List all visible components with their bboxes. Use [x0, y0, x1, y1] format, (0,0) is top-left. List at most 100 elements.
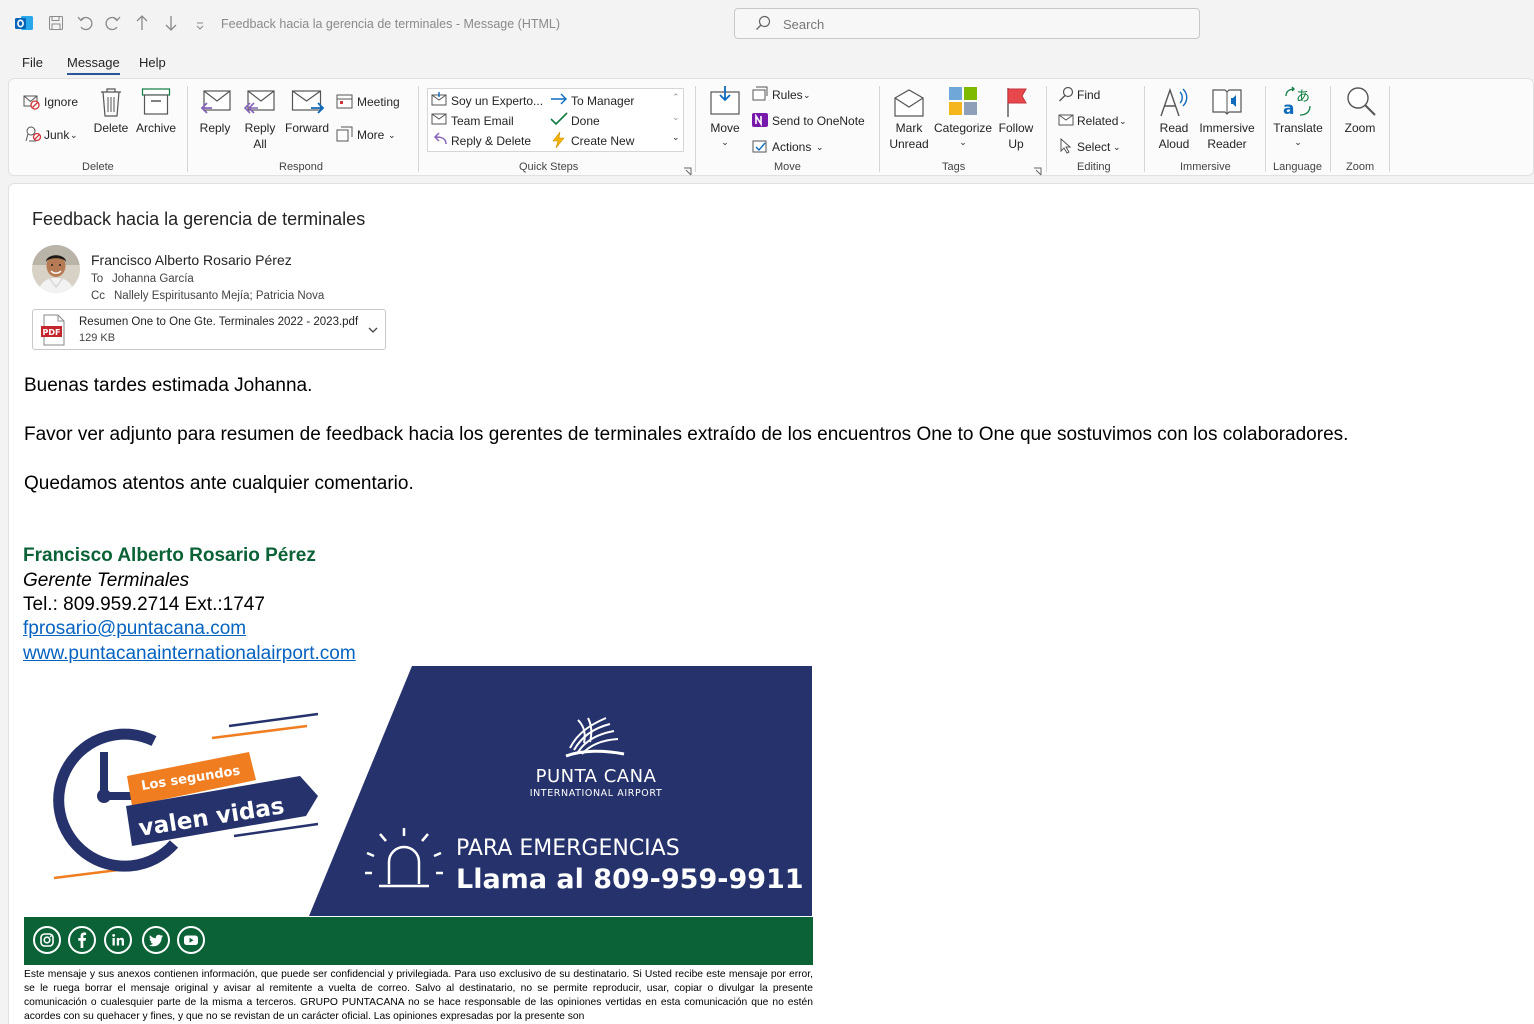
read-aloud-icon: [1159, 86, 1191, 123]
translate-label: Translate: [1273, 121, 1323, 135]
pdf-file-icon: PDF: [40, 314, 66, 351]
next-item-icon[interactable]: [164, 14, 178, 35]
save-icon[interactable]: [48, 15, 64, 34]
signature-email-link[interactable]: fprosario@puntacana.com: [23, 618, 246, 640]
reply-all-button[interactable]: Reply All: [241, 86, 279, 152]
move-button[interactable]: Move ⌄: [706, 86, 744, 152]
mark-unread-button[interactable]: Mark Unread: [887, 86, 931, 152]
message-subject: Feedback hacia la gerencia de terminales: [32, 209, 366, 229]
customize-toolbar-icon[interactable]: [195, 17, 205, 34]
search-box[interactable]: [734, 8, 1200, 39]
rules-icon: [752, 86, 768, 107]
to-label: To: [91, 273, 104, 285]
junk-icon: [24, 125, 42, 148]
chevron-down-icon: ⌄: [721, 137, 729, 147]
forward-button[interactable]: Forward: [284, 86, 330, 138]
window-title: Feedback hacia la gerencia de terminales…: [221, 17, 561, 31]
chevron-down-icon[interactable]: [367, 322, 379, 340]
forward-label: Forward: [284, 121, 329, 135]
chevron-down-icon: ⌄: [1113, 142, 1121, 152]
quick-steps-group-label: Quick Steps: [519, 161, 579, 173]
previous-item-icon[interactable]: [135, 14, 149, 35]
avatar[interactable]: [32, 245, 80, 293]
checkmark-icon: [550, 112, 568, 131]
forward-icon: [291, 88, 325, 123]
categorize-label: Categorize: [934, 121, 993, 135]
actions-icon: [752, 138, 768, 159]
divider: [418, 86, 419, 172]
archive-label: Archive: [136, 121, 177, 135]
onenote-icon: [752, 112, 768, 133]
translate-button[interactable]: aあ Translate ⌄: [1272, 86, 1324, 152]
ignore-icon: [23, 94, 41, 115]
move-group-label: Move: [774, 161, 801, 173]
redo-icon[interactable]: [105, 14, 121, 35]
twitter-icon[interactable]: [142, 926, 170, 954]
sender-name[interactable]: Francisco Alberto Rosario Pérez: [91, 252, 292, 268]
social-media-bar: [24, 917, 813, 965]
select-label: Select: [1077, 140, 1111, 154]
immersive-reader-button[interactable]: Immersive Reader: [1196, 86, 1258, 152]
attachment-card[interactable]: PDF Resumen One to One Gte. Terminales 2…: [32, 309, 386, 350]
chevron-down-icon: ⌄: [70, 130, 78, 140]
body-paragraph: Quedamos atentos ante cualquier comentar…: [24, 473, 414, 494]
chevron-down-icon: ⌄: [388, 130, 396, 140]
chevron-down-icon[interactable]: ⌄: [672, 110, 680, 125]
categorize-button[interactable]: Categorize ⌄: [934, 86, 992, 152]
banner-brand-2: INTERNATIONAL AIRPORT: [530, 788, 663, 799]
dialog-launcher-icon[interactable]: [1033, 163, 1042, 181]
to-recipient[interactable]: Johanna García: [112, 273, 194, 285]
legal-disclaimer: Este mensaje y sus anexos contienen info…: [24, 969, 813, 1022]
reply-label: Reply: [199, 121, 231, 135]
delete-button[interactable]: Delete: [93, 86, 129, 138]
follow-up-label-2: Up: [1008, 137, 1024, 151]
divider: [1046, 86, 1047, 172]
chevron-up-icon[interactable]: ⌃: [672, 90, 680, 105]
delete-group-label: Delete: [82, 161, 114, 173]
read-aloud-button[interactable]: Read Aloud: [1154, 86, 1194, 152]
cc-recipients[interactable]: Nallely Espiritusanto Mejía; Patricia No…: [114, 290, 324, 302]
linkedin-icon[interactable]: [104, 926, 132, 954]
calendar-icon: [336, 93, 354, 114]
chevron-down-icon: ⌄: [816, 142, 824, 152]
signature-website-link[interactable]: www.puntacanainternationalairport.com: [23, 643, 356, 665]
divider: [879, 86, 880, 172]
tab-file[interactable]: File: [22, 55, 43, 70]
reply-button[interactable]: Reply: [197, 86, 233, 138]
facebook-icon[interactable]: [68, 926, 96, 954]
read-aloud-label-1: Read: [1159, 121, 1189, 135]
signature-name: Francisco Alberto Rosario Pérez: [23, 545, 316, 566]
tab-message[interactable]: Message: [67, 55, 120, 70]
search-input[interactable]: [781, 14, 1165, 34]
divider: [1330, 86, 1331, 172]
youtube-icon[interactable]: [177, 926, 205, 954]
immersive-reader-label-2: Reader: [1207, 137, 1247, 151]
editing-group-label: Editing: [1077, 161, 1111, 173]
dialog-launcher-icon[interactable]: [683, 163, 692, 181]
actions-label: Actions: [772, 140, 812, 154]
zoom-button[interactable]: Zoom: [1338, 86, 1382, 138]
undo-icon[interactable]: [77, 14, 93, 35]
immersive-reader-label-1: Immersive: [1199, 121, 1255, 135]
divider: [695, 86, 696, 172]
banner-emergency-2: Llama al 809-959-9911: [456, 864, 804, 895]
categorize-icon: [948, 86, 978, 121]
archive-button[interactable]: Archive: [136, 86, 176, 138]
find-icon: [1058, 86, 1074, 107]
signature-phone: Tel.: 809.959.2714 Ext.:1747: [23, 594, 265, 615]
expand-gallery-icon[interactable]: ⌄: [672, 130, 680, 145]
quick-step-label: Done: [571, 114, 600, 128]
cc-label: Cc: [91, 290, 106, 302]
tab-help[interactable]: Help: [139, 55, 166, 70]
delete-label: Delete: [93, 121, 129, 135]
quick-steps-scroll[interactable]: ⌃ ⌄ ⌄: [670, 90, 683, 150]
find-label: Find: [1077, 88, 1101, 102]
body-paragraph: Buenas tardes estimada Johanna.: [24, 375, 313, 396]
title-bar: Feedback hacia la gerencia de terminales…: [0, 0, 1534, 48]
instagram-icon[interactable]: [33, 926, 61, 954]
meeting-label: Meeting: [357, 95, 400, 109]
reply-icon: [431, 132, 447, 151]
arrow-right-icon: [550, 92, 568, 111]
lightning-icon: [550, 131, 568, 153]
follow-up-button[interactable]: Follow Up: [996, 86, 1036, 152]
